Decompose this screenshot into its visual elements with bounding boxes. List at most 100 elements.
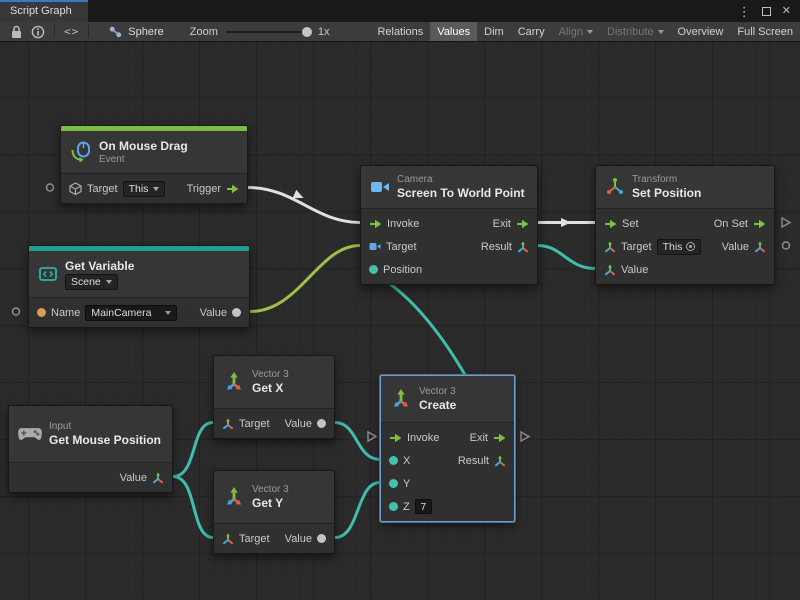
port-label: Target [621,241,652,253]
vector3-icon [390,388,412,410]
exec-in-icon[interactable] [369,219,382,229]
toolbar-separator [54,25,55,38]
values-button[interactable]: Values [430,22,477,41]
graph-toolbar: <> Sphere Zoom 1x Relations Values Dim C… [0,22,800,42]
vector3-port-icon[interactable] [517,241,529,253]
exec-in-icon[interactable] [604,219,617,229]
carry-button[interactable]: Carry [511,22,552,41]
exec-out-icon[interactable] [226,184,239,194]
edit-code-icon[interactable]: <> [60,25,83,38]
caret-down-icon [165,311,171,315]
node-title: Get Variable [65,259,134,273]
lock-icon[interactable] [6,25,27,39]
graph-owner-label: Sphere [128,26,163,38]
node-title: On Mouse Drag [99,139,188,153]
mouse-drag-icon [70,141,92,163]
port-label: Target [239,533,270,545]
wire-arrowhead [561,218,571,227]
relations-button[interactable]: Relations [370,22,430,41]
transform-type-port-icon[interactable] [604,241,616,253]
port-label: Y [403,478,410,490]
vector3-port-icon[interactable] [604,264,616,276]
overview-button[interactable]: Overview [671,22,731,41]
port-label: Set [622,218,639,230]
variable-scope-dropdown[interactable]: Scene [65,274,118,290]
exec-in-icon[interactable] [389,433,402,443]
port-label: Exit [470,432,488,444]
maximize-icon[interactable] [762,7,771,16]
wire-result-to-value [538,246,595,269]
graph-owner[interactable]: Sphere [108,25,163,39]
exec-out-icon[interactable] [516,219,529,229]
wire-mouse-to-getx [173,423,213,477]
position-input-port[interactable] [369,265,378,274]
port-label: Value [285,533,312,545]
node-title: Screen To World Point [397,186,525,200]
exec-out-icon[interactable] [493,433,506,443]
target-this-dropdown[interactable]: This [123,181,166,197]
exec-out-icon[interactable] [753,219,766,229]
node-title: Get Y [252,496,289,510]
value-output-port[interactable] [317,534,326,543]
info-icon[interactable] [27,25,49,39]
vector3-port-icon[interactable] [494,455,506,467]
vector3-port-icon[interactable] [222,533,234,545]
port-label: Position [383,264,422,276]
window-tab-bar: Script Graph ⋮ ✕ [0,0,800,22]
x-input-port[interactable] [389,456,398,465]
tab-script-graph[interactable]: Script Graph [0,0,88,22]
gameobject-cube-icon[interactable] [69,182,82,195]
dim-button[interactable]: Dim [477,22,511,41]
node-category: Vector 3 [252,369,289,380]
caret-down-icon [153,187,159,191]
zoom-slider-handle[interactable] [302,27,312,37]
full-screen-button[interactable]: Full Screen [730,22,800,41]
transform-icon [605,177,625,197]
port-label: Value [621,264,648,276]
z-value-field[interactable] [415,499,432,514]
name-input-port[interactable] [37,308,46,317]
vector3-port-icon[interactable] [754,241,766,253]
node-vector3-get-y[interactable]: Vector 3 Get Y Target Value [213,470,335,554]
port-label: Target [239,418,270,430]
unconnected-exec-triangle [521,432,529,441]
toolbar-buttons: Relations Values Dim Carry Align Distrib… [370,22,800,41]
object-picker-icon [686,242,695,251]
value-output-port[interactable] [317,419,326,428]
value-output-port[interactable] [232,308,241,317]
node-category: Camera [397,174,525,185]
port-label: Invoke [407,432,439,444]
variable-name-dropdown[interactable]: MainCamera [85,305,177,321]
port-label: Target [386,241,417,253]
target-this-object-picker[interactable]: This [657,239,702,255]
tab-title: Script Graph [10,5,72,17]
align-button[interactable]: Align [552,22,600,41]
zoom-slider[interactable] [226,31,310,33]
node-get-variable[interactable]: Get Variable Scene Name MainCamera Value [28,245,250,328]
port-label: Result [458,455,489,467]
port-label: Z [403,501,410,513]
y-input-port[interactable] [389,479,398,488]
port-label: Name [51,307,80,319]
kebab-menu-icon[interactable]: ⋮ [738,5,751,18]
variable-icon [38,264,58,284]
vector3-port-icon[interactable] [152,472,164,484]
node-set-position[interactable]: Transform Set Position Set On Set [595,165,775,285]
node-vector3-get-x[interactable]: Vector 3 Get X Target Value [213,355,335,439]
vector3-port-icon[interactable] [222,418,234,430]
unconnected-port-circle [47,184,54,191]
node-on-mouse-drag[interactable]: On Mouse Drag Event Target This Trigger [60,125,248,204]
node-screen-to-world-point[interactable]: Camera Screen To World Point Invoke Exit [360,165,538,285]
node-category: Vector 3 [419,386,456,397]
node-get-mouse-position[interactable]: Input Get Mouse Position Value [8,405,173,493]
node-category: Transform [632,174,701,185]
port-label: Value [200,307,227,319]
z-input-port[interactable] [389,502,398,511]
distribute-button[interactable]: Distribute [600,22,670,41]
graph-canvas[interactable]: On Mouse Drag Event Target This Trigger [0,42,800,600]
wire-gety-to-y [335,483,380,538]
wire-getx-to-x [335,423,380,460]
node-vector3-create[interactable]: Vector 3 Create Invoke Exit X [380,375,515,522]
camera-type-port-icon[interactable] [369,242,381,251]
close-icon[interactable]: ✕ [782,6,791,17]
